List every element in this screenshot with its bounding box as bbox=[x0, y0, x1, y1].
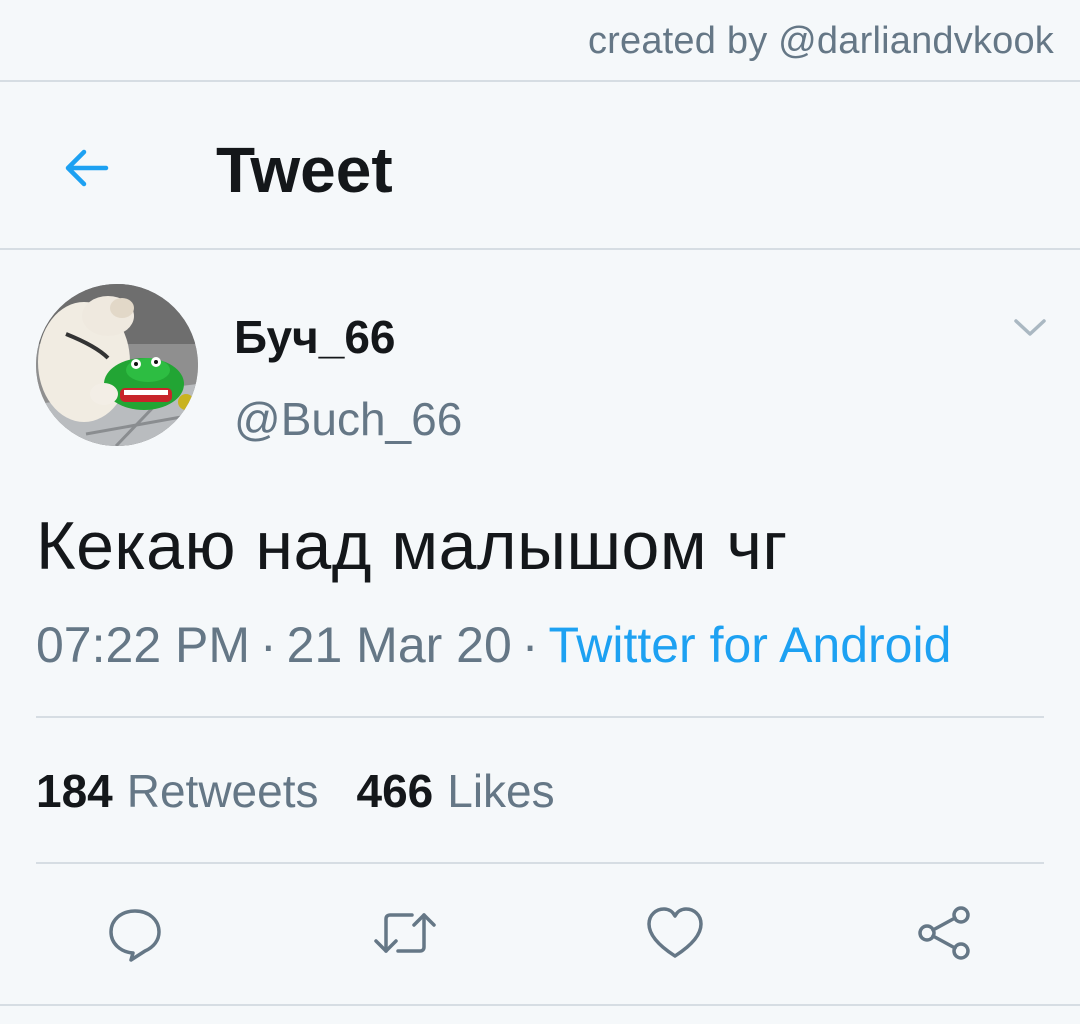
avatar[interactable] bbox=[36, 284, 198, 446]
likes-stat[interactable]: 466 Likes bbox=[357, 762, 555, 820]
back-button[interactable] bbox=[56, 138, 116, 198]
header-divider bbox=[0, 248, 1080, 250]
tweet-stats: 184 Retweets 466 Likes bbox=[36, 762, 555, 820]
meta-separator: · bbox=[521, 617, 539, 673]
share-button[interactable] bbox=[910, 898, 980, 968]
meta-divider bbox=[36, 716, 1044, 718]
retweet-icon bbox=[374, 913, 436, 953]
retweets-label: Retweets bbox=[126, 765, 319, 817]
tweet-text: Кекаю над малышом чг bbox=[36, 508, 788, 584]
reply-button[interactable] bbox=[100, 898, 170, 968]
like-button[interactable] bbox=[640, 898, 710, 968]
author-display-name[interactable]: Буч_66 bbox=[234, 310, 396, 364]
author-handle[interactable]: @Buch_66 bbox=[234, 392, 462, 446]
likes-count: 466 bbox=[356, 765, 434, 817]
retweets-count: 184 bbox=[36, 765, 113, 817]
stats-divider bbox=[36, 862, 1044, 864]
tweet-meta: 07:22 PM · 21 Mar 20 · Twitter for Android bbox=[36, 614, 951, 676]
top-divider bbox=[0, 80, 1080, 82]
meta-separator: · bbox=[260, 617, 277, 673]
tweet-menu-button[interactable] bbox=[1010, 308, 1050, 348]
share-icon bbox=[918, 906, 970, 960]
bottom-divider bbox=[0, 1004, 1080, 1006]
watermark-credit: created by @darliandvkook bbox=[587, 20, 1054, 62]
reply-icon bbox=[109, 909, 161, 962]
likes-label: Likes bbox=[447, 765, 555, 817]
tweet-time: 07:22 PM bbox=[36, 617, 251, 673]
retweets-stat[interactable]: 184 Retweets bbox=[36, 762, 319, 820]
arrow-left-icon bbox=[65, 149, 109, 187]
retweet-button[interactable] bbox=[370, 898, 440, 968]
avatar-image bbox=[36, 284, 198, 446]
page-title: Tweet bbox=[216, 134, 393, 206]
tweet-source-link[interactable]: Twitter for Android bbox=[548, 617, 951, 673]
heart-icon bbox=[647, 907, 703, 958]
chevron-down-icon bbox=[1014, 319, 1046, 336]
tweet-date: 21 Mar 20 bbox=[286, 617, 512, 673]
